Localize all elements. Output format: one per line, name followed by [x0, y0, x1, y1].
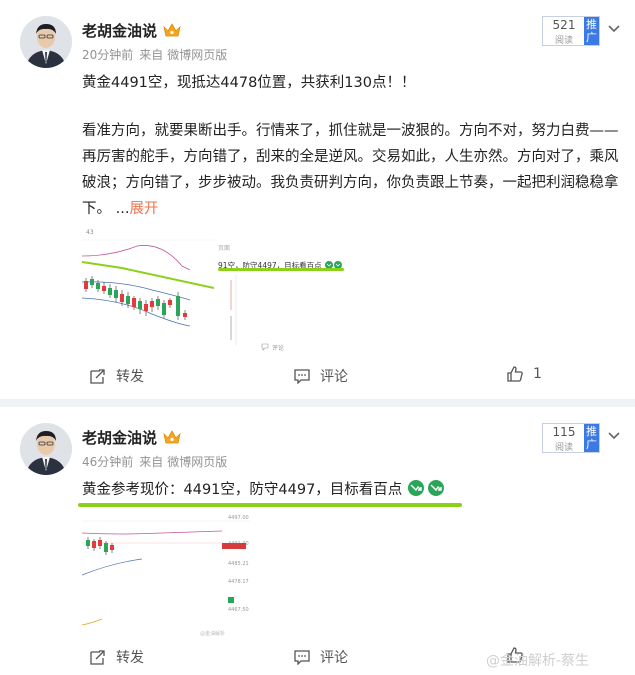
image-price-5: 4467.50: [228, 607, 249, 613]
chevron-down-icon[interactable]: [607, 22, 621, 36]
read-label: 阅读: [554, 36, 573, 46]
post-headline-text: 黄金参考现价：4491空，防守4497，目标看百点: [82, 482, 403, 498]
avatar[interactable]: [20, 423, 72, 475]
post-body: 看准方向，就要果断出手。行情来了，抓住就是一波狠的。方向不对，努力白费——再厉害…: [82, 118, 622, 222]
forward-button[interactable]: 转发: [90, 366, 144, 386]
comment-label: 评论: [320, 650, 348, 666]
thumbs-up-icon: [507, 366, 523, 382]
expand-link[interactable]: 展开: [129, 201, 158, 217]
read-count: 115: [552, 425, 576, 439]
post-time[interactable]: 46分钟前: [82, 455, 133, 469]
forward-icon: [90, 650, 105, 665]
image-caption: 评论: [272, 344, 284, 352]
image-price-3: 4485.21: [228, 561, 249, 567]
post-card-2: 老胡金油说 46分钟前 来自 微博网页版 115 阅读 推广 黄金参考现价：4491…: [0, 407, 635, 675]
comment-button[interactable]: 评论: [294, 366, 348, 386]
post-card-1: 老胡金油说 20分钟前 来自 微博网页版 521 阅读 推广 黄金4491空，现抵达…: [0, 0, 635, 399]
post-headline: 黄金4491空，现抵达4478位置，共获利130点！！: [82, 75, 416, 91]
image-top-label: 43: [86, 229, 94, 236]
post-image-1[interactable]: 43: [82, 226, 214, 356]
image-price-1: 4497.00: [228, 515, 249, 521]
image-short-text: 页面: [218, 245, 230, 252]
avatar[interactable]: [20, 16, 72, 68]
read-count-box[interactable]: 115 阅读 推广: [542, 423, 600, 453]
crown-badge-icon: [163, 23, 181, 37]
post-headline: 黄金参考现价：4491空，防守4497，目标看百点: [82, 477, 462, 503]
post-meta: 46分钟前 来自 微博网页版: [82, 453, 227, 470]
comment-icon: [294, 369, 310, 384]
like-count: 1: [533, 366, 542, 382]
comment-label: 评论: [320, 369, 348, 385]
trend-down-emoji-icon: [407, 480, 444, 496]
read-count: 521: [552, 18, 576, 32]
like-button[interactable]: 1: [507, 366, 542, 382]
post-source[interactable]: 微博网页版: [167, 455, 227, 469]
comment-icon: [294, 650, 310, 665]
promote-button[interactable]: 推广: [584, 424, 599, 452]
image-watermark: @金油解析: [200, 630, 225, 637]
author-name-text[interactable]: 老胡金油说: [82, 429, 157, 447]
watermark-text: @金油解析-蔡生: [486, 653, 590, 669]
source-prefix: 来自: [139, 455, 164, 469]
read-label: 阅读: [554, 443, 573, 453]
post-body-text: 看准方向，就要果断出手。行情来了，抓住就是一波狠的。方向不对，努力白费——再厉害…: [82, 123, 619, 217]
forward-label: 转发: [116, 369, 144, 385]
crown-badge-icon: [163, 430, 181, 444]
image-price-4: 4478.17: [228, 579, 249, 585]
read-count-box[interactable]: 521 阅读 推广: [542, 16, 600, 46]
post-actions: 转发 评论 1: [0, 366, 635, 390]
post-image-2[interactable]: 页面 91空，防守4497，目标看百点 评论: [216, 226, 348, 356]
author-name[interactable]: 老胡金油说: [82, 20, 181, 41]
post-image[interactable]: 4497.00 4491.00 4485.21 4478.17 4467.50 …: [82, 513, 250, 639]
candlestick-chart-image: 43: [82, 226, 214, 356]
promote-button[interactable]: 推广: [584, 17, 599, 45]
forward-label: 转发: [116, 650, 144, 666]
forward-icon: [90, 369, 105, 384]
comment-button[interactable]: 评论: [294, 647, 348, 667]
author-name[interactable]: 老胡金油说: [82, 427, 181, 448]
author-name-text[interactable]: 老胡金油说: [82, 22, 157, 40]
post-source[interactable]: 微博网页版: [167, 48, 227, 62]
green-underline: [78, 503, 462, 507]
chevron-down-icon[interactable]: [607, 429, 621, 443]
forward-button[interactable]: 转发: [90, 647, 144, 667]
post-time[interactable]: 20分钟前: [82, 48, 133, 62]
post-meta: 20分钟前 来自 微博网页版: [82, 46, 227, 63]
screenshot-image: 页面 91空，防守4497，目标看百点 评论: [216, 226, 348, 356]
candlestick-chart-image: 4497.00 4491.00 4485.21 4478.17 4467.50 …: [82, 513, 250, 639]
source-prefix: 来自: [139, 48, 164, 62]
